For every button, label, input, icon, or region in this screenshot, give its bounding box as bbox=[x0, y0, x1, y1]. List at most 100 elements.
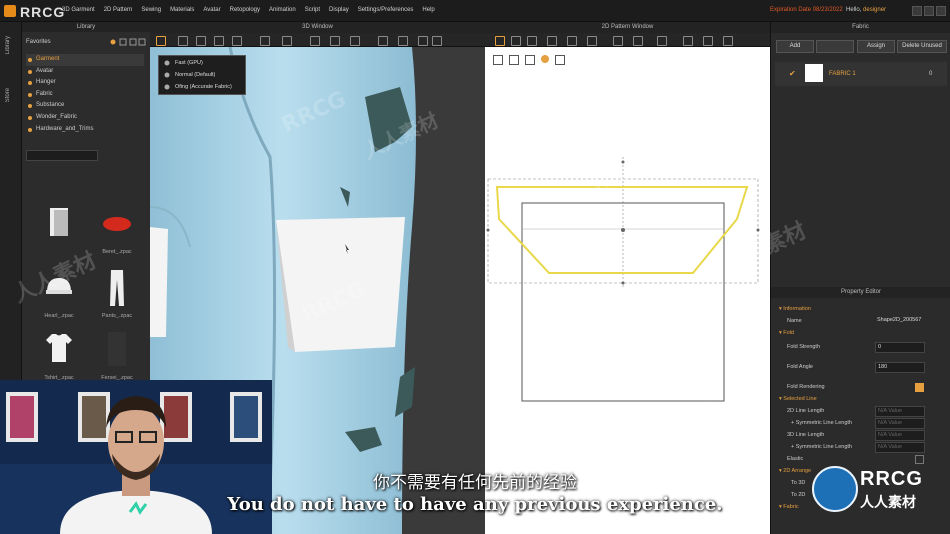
button-tool-icon[interactable] bbox=[378, 36, 388, 46]
menu-item-help[interactable]: Help bbox=[422, 7, 434, 13]
zipper-icon[interactable] bbox=[350, 36, 360, 46]
rectangle-icon[interactable] bbox=[547, 36, 557, 46]
library-item-hat[interactable]: Hearl_.zpac bbox=[32, 266, 86, 328]
library-item-pants[interactable]: Pants_.zpac bbox=[90, 266, 144, 328]
fabric-name: FABRIC 1 bbox=[829, 71, 856, 77]
measure-icon[interactable] bbox=[310, 36, 320, 46]
favorite-label: Wonder_Fabric bbox=[36, 113, 77, 120]
sewing-view-icon[interactable] bbox=[525, 55, 535, 65]
sym-length-3d-field[interactable]: N/A Value bbox=[875, 442, 925, 453]
pin-icon[interactable] bbox=[232, 36, 242, 46]
prop-fold-angle-row: Fold Angle 180 bbox=[771, 362, 950, 373]
polygon-icon[interactable] bbox=[567, 36, 577, 46]
fold-strength-field[interactable]: 0 bbox=[875, 342, 925, 353]
section-selected-line[interactable]: Selected Line bbox=[771, 394, 950, 405]
menu-item-2d-pattern[interactable]: 2D Pattern bbox=[104, 7, 133, 13]
favorite-item-fabric[interactable]: Fabric bbox=[26, 89, 144, 101]
delete-unused-button[interactable]: Delete Unused bbox=[897, 40, 947, 53]
favorite-item-hanger[interactable]: Hanger bbox=[26, 77, 144, 89]
menu-item-materials[interactable]: Materials bbox=[170, 7, 194, 13]
menu-item-avatar[interactable]: Avatar bbox=[203, 7, 220, 13]
name-field[interactable]: Shape2D_200567 bbox=[875, 316, 923, 325]
view-mode-icon[interactable] bbox=[509, 55, 519, 65]
prop-2d-line-length-row: 2D Line Length N/A Value bbox=[771, 406, 950, 417]
maximize-button[interactable] bbox=[924, 6, 934, 16]
menu-item-sewing[interactable]: Sewing bbox=[141, 7, 161, 13]
transform-pattern-icon[interactable] bbox=[495, 36, 505, 46]
favorite-label: Substance bbox=[36, 102, 65, 109]
puckering-icon[interactable] bbox=[418, 36, 428, 46]
viewport3d-toolbar bbox=[150, 33, 485, 47]
sym-length-2d-field[interactable]: N/A Value bbox=[875, 418, 925, 429]
library-item-folder[interactable] bbox=[32, 202, 86, 264]
menu-item-retopology[interactable]: Retopology bbox=[230, 7, 260, 13]
pleat-icon[interactable] bbox=[723, 36, 733, 46]
segment-sewing-icon[interactable] bbox=[633, 36, 643, 46]
favorite-item-garment[interactable]: Garment bbox=[26, 54, 144, 66]
library-item-label: Hearl_.zpac bbox=[44, 313, 74, 319]
menu-item-display[interactable]: Display bbox=[329, 7, 349, 13]
dropdown-option-normal[interactable]: Normal (Default) bbox=[175, 72, 215, 78]
prop-label: + Symmetric Line Length bbox=[791, 444, 852, 450]
dropdown-option-fast[interactable]: Fast (GPU) bbox=[175, 60, 203, 66]
favorite-item-avatar[interactable]: Avatar bbox=[26, 66, 144, 78]
menu-item-animation[interactable]: Animation bbox=[269, 7, 296, 13]
assign-fabric-button[interactable]: Assign bbox=[857, 40, 895, 53]
username[interactable]: designer bbox=[863, 7, 886, 13]
select-icon[interactable] bbox=[178, 36, 188, 46]
section-fold[interactable]: Fold bbox=[771, 328, 950, 339]
free-sewing-icon[interactable] bbox=[657, 36, 667, 46]
texture-view-icon[interactable] bbox=[541, 55, 549, 63]
add-fabric-button[interactable]: Add bbox=[776, 40, 814, 53]
app-logo-icon[interactable] bbox=[4, 5, 16, 17]
edit-texture-icon[interactable] bbox=[703, 36, 713, 46]
fold-icon[interactable] bbox=[214, 36, 224, 46]
tab-library[interactable]: Library bbox=[5, 36, 11, 54]
pattern-canvas[interactable] bbox=[485, 47, 770, 534]
simulation-icon[interactable] bbox=[156, 36, 166, 46]
menu-item-script[interactable]: Script bbox=[305, 7, 320, 13]
favorite-item-hardware-trims[interactable]: Hardware_and_Trims bbox=[26, 124, 144, 136]
line-length-2d-field[interactable]: N/A Value bbox=[875, 406, 925, 417]
dropdown-option-accurate[interactable]: Ofing (Accurate Fabric) bbox=[175, 84, 232, 90]
avatar-icon[interactable] bbox=[330, 36, 340, 46]
favorite-item-substance[interactable]: Substance bbox=[26, 100, 144, 112]
copy-fabric-button[interactable] bbox=[816, 40, 854, 53]
prop-fold-strength-row: Fold Strength 0 bbox=[771, 342, 950, 353]
brand-watermark: RRCG bbox=[20, 4, 66, 20]
section-information[interactable]: Information bbox=[771, 304, 950, 315]
fold-angle-field[interactable]: 180 bbox=[875, 362, 925, 373]
prop-label: + Symmetric Line Length bbox=[791, 420, 852, 426]
library-item-beret[interactable]: Beret_.zpac bbox=[90, 202, 144, 264]
prop-label: 3D Line Length bbox=[787, 432, 825, 438]
line-length-3d-field[interactable]: N/A Value bbox=[875, 430, 925, 441]
viewport-2d[interactable] bbox=[485, 47, 770, 534]
grid-view-icon[interactable] bbox=[555, 55, 565, 65]
check-sewing-icon[interactable] bbox=[683, 36, 693, 46]
internal-line-icon[interactable] bbox=[587, 36, 597, 46]
close-window-button[interactable] bbox=[936, 6, 946, 16]
fabric-list-item[interactable]: ✔ FABRIC 1 0 bbox=[775, 62, 947, 86]
edit-curve-icon[interactable] bbox=[527, 36, 537, 46]
viewport2d-title: 2D Pattern Window bbox=[485, 22, 770, 33]
section-label: Selected Line bbox=[779, 396, 816, 402]
dart-icon[interactable] bbox=[613, 36, 623, 46]
simulation-quality-dropdown[interactable]: Fast (GPU) Normal (Default) Ofing (Accur… bbox=[158, 55, 246, 95]
texture-icon[interactable] bbox=[432, 36, 442, 46]
viewport3d-titlebar: 3D Window bbox=[150, 22, 485, 33]
tab-store[interactable]: Store bbox=[5, 88, 11, 102]
menu-item-settings[interactable]: Settings/Preferences bbox=[358, 7, 414, 13]
fold-rendering-checkbox[interactable] bbox=[915, 383, 924, 392]
topstitch-icon[interactable] bbox=[398, 36, 408, 46]
brush-icon[interactable] bbox=[282, 36, 292, 46]
greeting-label: Hello, bbox=[846, 7, 862, 13]
tack-icon[interactable] bbox=[260, 36, 270, 46]
minimize-button[interactable] bbox=[912, 6, 922, 16]
library-header-icons[interactable] bbox=[110, 38, 146, 46]
library-search-input[interactable] bbox=[26, 150, 98, 161]
view-toggle-icon[interactable] bbox=[493, 55, 503, 65]
favorite-item-wonder-fabric[interactable]: Wonder_Fabric bbox=[26, 112, 144, 124]
move-icon[interactable] bbox=[196, 36, 206, 46]
edit-pattern-icon[interactable] bbox=[511, 36, 521, 46]
menu-item-3d-garment[interactable]: 3D Garment bbox=[62, 7, 95, 13]
